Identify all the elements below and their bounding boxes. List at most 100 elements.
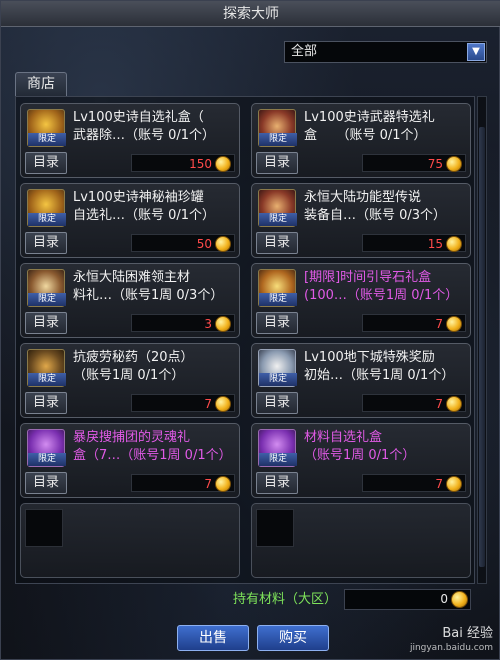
category-dropdown[interactable]: 全部 ▼ (284, 41, 487, 63)
shop-item-card[interactable]: 限定目录 Lv100地下城特殊奖励初始…（账号1周 0/1个） 7 (251, 343, 471, 418)
stone-box-icon[interactable]: 限定 (258, 269, 297, 307)
item-price: 7 (204, 477, 212, 491)
item-name-line1: 抗疲劳秘药（20点） (73, 350, 194, 365)
price-bar: 75 (362, 154, 466, 172)
item-name: [期限]时间引导石礼盒 (100…（账号1周 0/1个） (304, 269, 468, 307)
limited-badge: 限定 (28, 453, 66, 466)
coin-icon (446, 396, 462, 412)
shop-item-card[interactable]: 限定目录 抗疲劳秘药（20点） （账号1周 0/1个） 7 (20, 343, 240, 418)
price-bar: 15 (362, 234, 466, 252)
material-box-icon[interactable]: 限定 (258, 429, 297, 467)
item-name-line2: 武器除…（账号 0/1个） (73, 128, 216, 143)
item-name: 永恒大陆功能型传说 装备自…（账号 0/3个） (304, 189, 468, 227)
coin-icon (446, 156, 462, 172)
item-name-line2: 料礼…（账号1周 0/3个） (73, 288, 224, 303)
catalog-button[interactable]: 目录 (25, 472, 67, 494)
explore-master-window: 探索大师 全部 ▼ 商店 限定 目录 Lv100史诗自选礼盒（ 武器除…（账号 0/1… (0, 0, 500, 660)
scroll-box-icon[interactable]: 限定 (258, 189, 297, 227)
item-name-line1: 材料自选礼盒 (304, 430, 383, 445)
shop-item-card[interactable]: 限定目录 [期限]时间引导石礼盒 (100…（账号1周 0/1个） 7 (251, 263, 471, 338)
catalog-button[interactable]: 目录 (25, 312, 67, 334)
limited-badge: 限定 (28, 293, 66, 306)
shop-item-card[interactable]: 限定目录 Lv100史诗自选礼盒（ 武器除…（账号 0/1个） 150 (20, 103, 240, 178)
shop-item-card[interactable]: 限定目录 Lv100史诗武器特选礼盒 （账号 0/1个） 75 (251, 103, 471, 178)
item-name-line1: Lv100地下城特殊奖励 (304, 350, 435, 365)
watermark-line1: Bai 经验 (442, 626, 493, 641)
item-price: 3 (204, 317, 212, 331)
item-name-line2: (100…（账号1周 0/1个） (304, 288, 459, 303)
limited-badge: 限定 (259, 293, 297, 306)
shop-item-card[interactable]: 限定目录 暴戾搜捕团的灵魂礼盒（7…（账号1周 0/1个） 7 (20, 423, 240, 498)
limited-badge: 限定 (259, 373, 297, 386)
catalog-button[interactable]: 目录 (25, 392, 67, 414)
reward-paper-icon[interactable]: 限定 (258, 349, 297, 387)
soul-box-icon[interactable]: 限定 (27, 429, 66, 467)
chest-icon[interactable]: 限定 (27, 269, 66, 307)
buy-button[interactable]: 购买 (257, 625, 329, 651)
coin-icon (215, 236, 231, 252)
item-price: 150 (189, 157, 212, 171)
price-bar: 150 (131, 154, 235, 172)
potion-icon[interactable]: 限定 (27, 349, 66, 387)
item-name: Lv100史诗自选礼盒（ 武器除…（账号 0/1个） (73, 109, 237, 147)
tab-shop[interactable]: 商店 (15, 72, 67, 96)
catalog-button[interactable]: 目录 (25, 152, 67, 174)
scrollbar[interactable] (477, 96, 487, 584)
item-name-line2: 自选礼…（账号 0/1个） (73, 208, 216, 223)
item-price: 7 (204, 397, 212, 411)
golden-box-icon[interactable]: 限定 (27, 189, 66, 227)
item-name-line2: 盒（7…（账号1周 0/1个） (73, 448, 232, 463)
limited-badge: 限定 (28, 133, 66, 146)
empty-item-slot (20, 503, 240, 578)
catalog-button[interactable]: 目录 (25, 232, 67, 254)
item-price: 7 (435, 477, 443, 491)
holding-materials-value: 0 (440, 592, 448, 606)
scrollbar-thumb[interactable] (479, 127, 485, 567)
golden-box-icon[interactable]: 限定 (27, 109, 66, 147)
price-bar: 7 (362, 314, 466, 332)
sell-button[interactable]: 出售 (177, 625, 249, 651)
holding-materials-label: 持有材料（大区） (233, 592, 338, 607)
category-dropdown-value: 全部 (291, 44, 318, 59)
weapon-box-icon[interactable]: 限定 (258, 109, 297, 147)
item-name: 材料自选礼盒 （账号1周 0/1个） (304, 429, 468, 467)
shop-item-card[interactable]: 限定 目录 永恒大陆困难领主材 料礼…（账号1周 0/3个） 3 (20, 263, 240, 338)
shop-item-card[interactable]: 限定目录 材料自选礼盒 （账号1周 0/1个） 7 (251, 423, 471, 498)
item-price: 50 (196, 237, 212, 251)
empty-item-slot (251, 503, 471, 578)
shop-item-card[interactable]: 限定目录 Lv100史诗神秘袖珍罐 自选礼…（账号 0/1个） 50 (20, 183, 240, 258)
catalog-button[interactable]: 目录 (256, 392, 298, 414)
coin-icon (215, 396, 231, 412)
limited-badge: 限定 (259, 133, 297, 146)
coin-icon (446, 236, 462, 252)
coin-icon (215, 476, 231, 492)
item-name: Lv100史诗武器特选礼盒 （账号 0/1个） (304, 109, 468, 147)
item-name-line1: 永恒大陆困难领主材 (73, 270, 191, 285)
item-name-line2: 装备自…（账号 0/3个） (304, 208, 447, 223)
catalog-button[interactable]: 目录 (256, 472, 298, 494)
chevron-down-icon[interactable]: ▼ (467, 43, 485, 61)
item-name-line1: Lv100史诗神秘袖珍罐 (73, 190, 204, 205)
shop-item-card[interactable]: 限定目录 永恒大陆功能型传说 装备自…（账号 0/3个） 15 (251, 183, 471, 258)
item-price: 7 (435, 397, 443, 411)
item-name-line2: （账号1周 0/1个） (73, 368, 185, 383)
item-price: 15 (427, 237, 443, 251)
holding-materials-box: 0 (344, 589, 471, 610)
item-name-line1: Lv100史诗自选礼盒（ (73, 110, 204, 125)
catalog-button[interactable]: 目录 (256, 152, 298, 174)
empty-icon-slot (25, 509, 63, 547)
price-bar: 3 (131, 314, 235, 332)
item-name-line1: [期限]时间引导石礼盒 (304, 270, 432, 285)
catalog-button[interactable]: 目录 (256, 232, 298, 254)
coin-icon (215, 156, 231, 172)
item-name-line2: 初始…（账号1周 0/1个） (304, 368, 455, 383)
price-bar: 7 (131, 394, 235, 412)
item-name: Lv100史诗神秘袖珍罐 自选礼…（账号 0/1个） (73, 189, 237, 227)
price-bar: 7 (131, 474, 235, 492)
item-name-line2: （账号1周 0/1个） (304, 448, 416, 463)
item-name: 永恒大陆困难领主材料礼…（账号1周 0/3个） (73, 269, 237, 307)
price-bar: 50 (131, 234, 235, 252)
item-name-line1: 暴戾搜捕团的灵魂礼 (73, 430, 191, 445)
limited-badge: 限定 (259, 213, 297, 226)
catalog-button[interactable]: 目录 (256, 312, 298, 334)
